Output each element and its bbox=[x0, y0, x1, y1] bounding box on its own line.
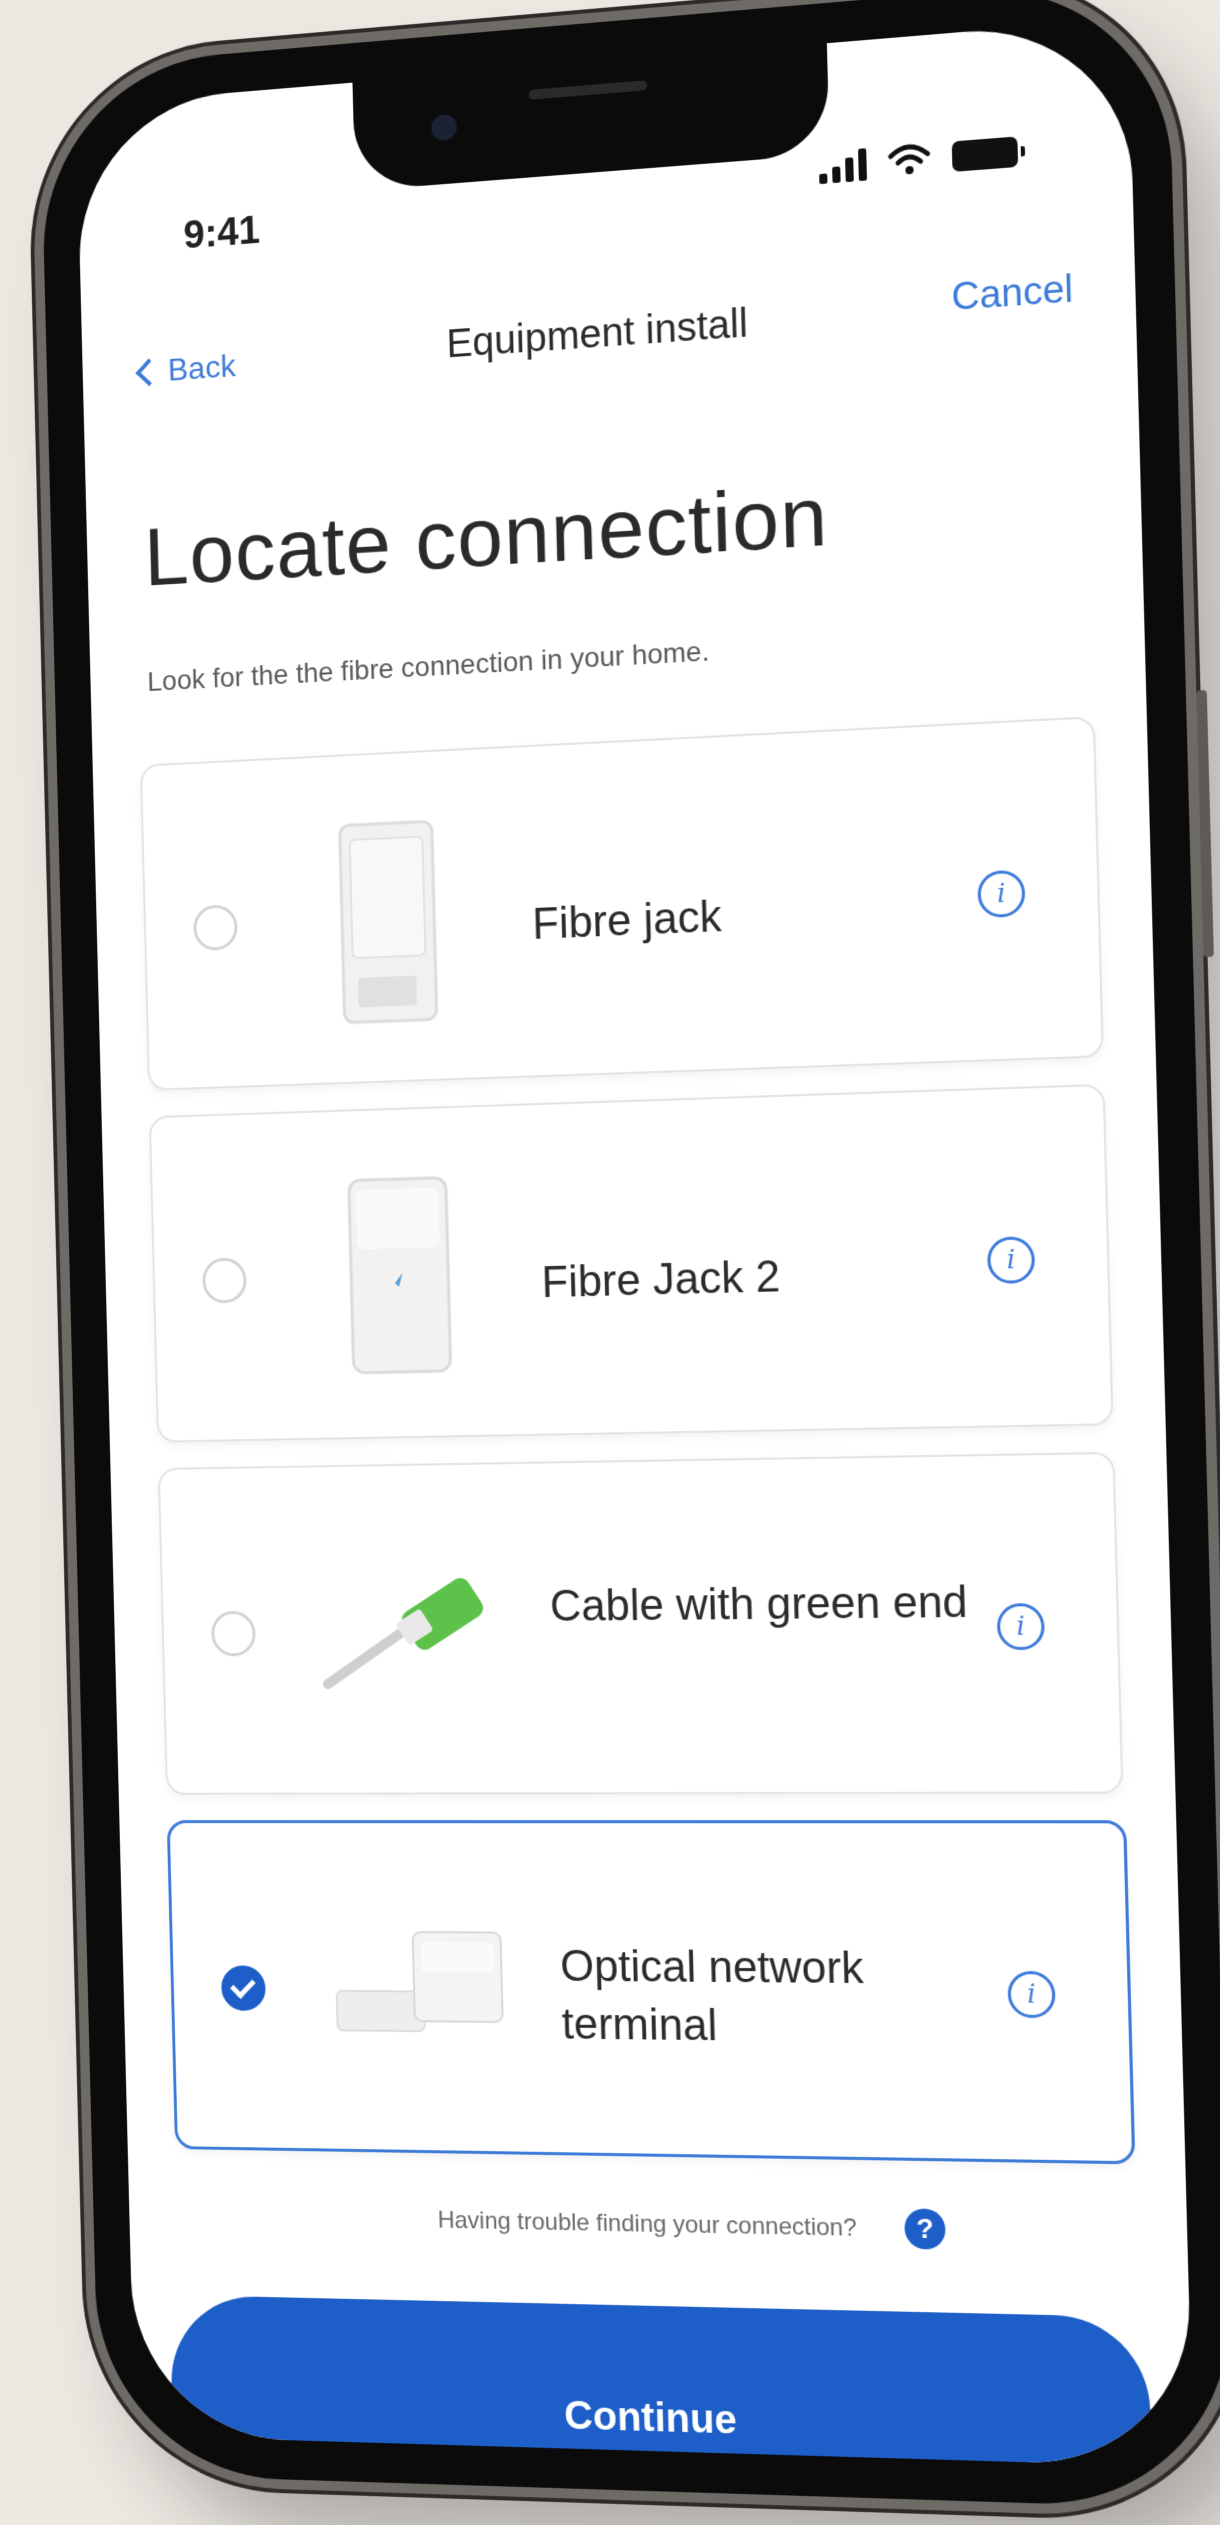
radio-button[interactable] bbox=[201, 1257, 247, 1304]
nav-bar: Back Equipment install Cancel bbox=[82, 253, 1137, 417]
notch bbox=[352, 43, 830, 192]
phone-mockup: 9:41 Back Equipment install Cancel Locat… bbox=[39, 0, 1220, 2521]
radio-button[interactable] bbox=[210, 1610, 257, 1657]
page-subtitle: Look for the the fibre connection in you… bbox=[146, 635, 710, 697]
option-label: Fibre jack bbox=[531, 891, 723, 949]
info-icon[interactable]: i bbox=[986, 1236, 1036, 1285]
radio-button[interactable] bbox=[192, 904, 238, 952]
radio-button-checked[interactable] bbox=[220, 1965, 267, 2011]
option-optical-network-terminal[interactable]: Optical network terminal i bbox=[166, 1820, 1136, 2165]
signal-icon bbox=[819, 146, 867, 185]
phone-frame: 9:41 Back Equipment install Cancel Locat… bbox=[39, 0, 1220, 2510]
fibre-jack-2-thumbnail bbox=[295, 1156, 495, 1388]
option-label: Fibre Jack 2 bbox=[540, 1252, 781, 1308]
page-title: Locate connection bbox=[142, 468, 830, 604]
camera-icon bbox=[431, 113, 458, 142]
ont-thumbnail bbox=[314, 1872, 514, 2101]
option-label: Optical network terminal bbox=[559, 1941, 865, 2051]
info-icon[interactable]: i bbox=[977, 869, 1026, 919]
info-icon[interactable]: i bbox=[996, 1602, 1046, 1651]
continue-button[interactable]: Continue bbox=[169, 2294, 1154, 2468]
battery-icon bbox=[951, 136, 1019, 172]
fibre-jack-thumbnail bbox=[286, 799, 486, 1035]
phone-screen: 9:41 Back Equipment install Cancel Locat… bbox=[75, 18, 1194, 2468]
option-fibre-jack[interactable]: Fibre jack i bbox=[139, 716, 1104, 1091]
cancel-button[interactable]: Cancel bbox=[951, 268, 1074, 320]
power-button bbox=[1196, 689, 1214, 958]
speaker bbox=[528, 80, 648, 100]
info-icon[interactable]: i bbox=[1007, 1970, 1056, 2019]
help-text[interactable]: Having trouble finding your connection? bbox=[129, 2201, 1188, 2249]
status-time: 9:41 bbox=[182, 208, 261, 258]
option-label: Cable with green end bbox=[549, 1577, 969, 1631]
status-icons bbox=[819, 134, 1019, 185]
green-cable-thumbnail bbox=[304, 1574, 487, 1743]
option-green-cable[interactable]: Cable with green end i bbox=[157, 1451, 1124, 1795]
wifi-icon bbox=[886, 141, 932, 175]
option-fibre-jack-2[interactable]: Fibre Jack 2 i bbox=[148, 1083, 1114, 1443]
